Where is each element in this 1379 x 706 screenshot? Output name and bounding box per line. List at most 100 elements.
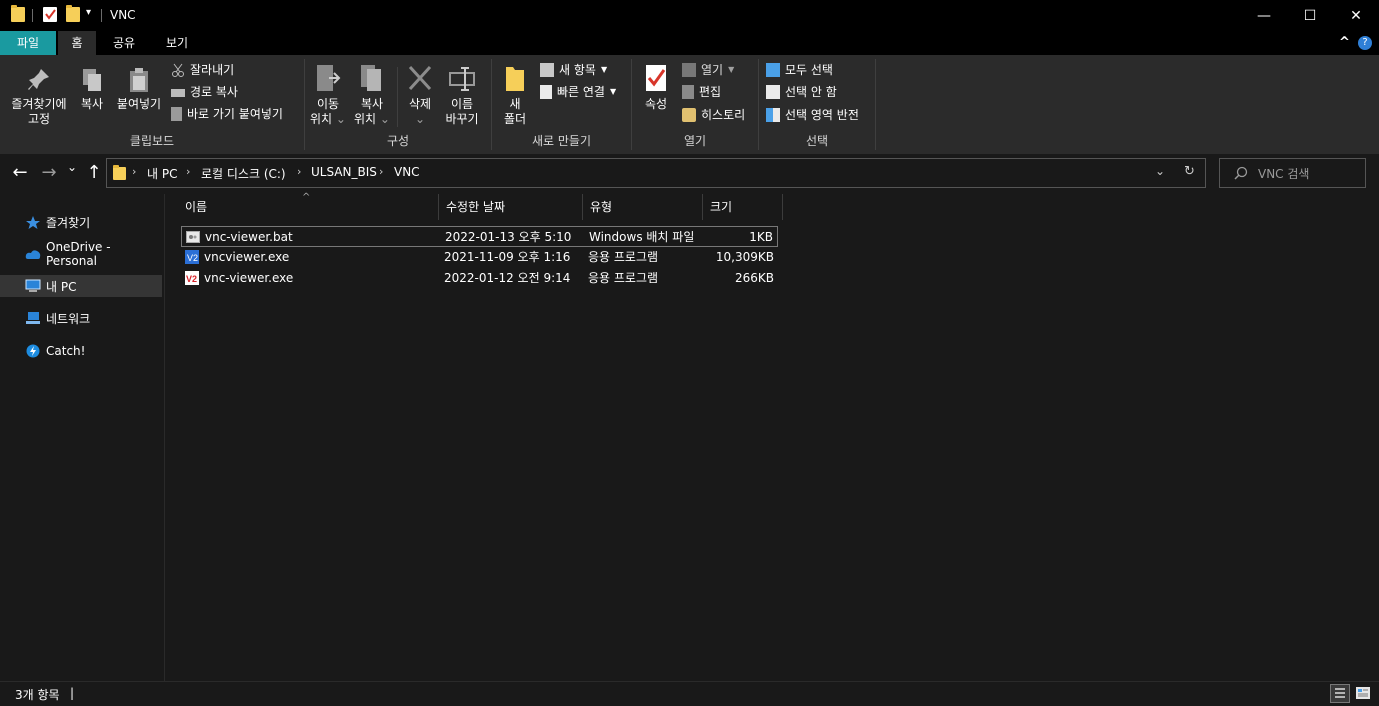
divider bbox=[397, 67, 398, 127]
open-label: 열기 bbox=[701, 63, 724, 77]
sidebar-item-catch[interactable]: Catch! bbox=[0, 340, 162, 362]
move-label-line2: 위치 ⌄ bbox=[310, 112, 346, 127]
cut-label: 잘라내기 bbox=[190, 63, 235, 77]
properties-check-icon bbox=[644, 63, 668, 93]
breadcrumb-local-disk[interactable]: 로컬 디스크 (C:) bbox=[201, 165, 286, 182]
file-name: vncviewer.exe bbox=[204, 250, 290, 264]
chevron-down-icon: ▼ bbox=[609, 87, 617, 96]
file-type: Windows 배치 파일 bbox=[589, 230, 695, 244]
open-button[interactable]: 열기 ▼ bbox=[682, 61, 734, 79]
sidebar-item-label: OneDrive - Personal bbox=[46, 240, 111, 268]
easy-access-icon bbox=[540, 85, 552, 99]
select-all-button[interactable]: 모두 선택 bbox=[766, 61, 833, 79]
tab-share[interactable]: 공유 bbox=[104, 31, 144, 55]
forward-button[interactable]: → bbox=[38, 162, 60, 183]
item-count: 3개 항목 bbox=[15, 688, 60, 702]
sidebar-item-network[interactable]: 네트워크 bbox=[0, 307, 162, 329]
new-item-button[interactable]: 새 항목 ▼ bbox=[540, 61, 607, 79]
file-row[interactable]: V2 vncviewer.exe 2021-11-09 오후 1:16 응용 프… bbox=[181, 247, 778, 268]
file-name: vnc-viewer.bat bbox=[205, 230, 293, 244]
file-size: 1KB bbox=[749, 230, 773, 244]
recent-locations-button[interactable]: ⌄ bbox=[62, 160, 82, 174]
breadcrumb-ulsan-bis[interactable]: ULSAN_BIS bbox=[311, 165, 377, 179]
sidebar-item-this-pc[interactable]: 내 PC bbox=[0, 275, 162, 297]
open-group-label: 열기 bbox=[683, 134, 707, 148]
minimize-button[interactable]: — bbox=[1241, 0, 1287, 31]
copy-label: 복사 bbox=[80, 97, 104, 111]
close-button[interactable]: ✕ bbox=[1333, 0, 1379, 31]
properties-label: 속성 bbox=[644, 97, 668, 111]
invert-selection-icon bbox=[766, 108, 780, 122]
file-row[interactable]: V2 vnc-viewer.exe 2022-01-12 오전 9:14 응용 … bbox=[181, 268, 778, 289]
divider bbox=[32, 9, 33, 22]
move-to-button[interactable]: 이동 위치 ⌄ bbox=[310, 63, 346, 127]
sidebar-item-quick-access[interactable]: 즐겨찾기 bbox=[0, 211, 162, 233]
collapse-ribbon-icon[interactable]: ^ bbox=[1339, 35, 1350, 50]
rename-button[interactable]: 이름 바꾸기 bbox=[440, 63, 484, 127]
copy-button[interactable]: 복사 bbox=[76, 67, 108, 112]
ribbon: 즐겨찾기에 고정 복사 붙여넣기 잘라내기 경로 복사 바로 가기 붙여넣기 클… bbox=[0, 55, 1379, 155]
search-box[interactable]: VNC 검색 bbox=[1219, 158, 1366, 188]
properties-button[interactable]: 속성 bbox=[638, 63, 674, 112]
pin-to-quick-access-button[interactable]: 즐겨찾기에 고정 bbox=[4, 67, 74, 127]
file-row[interactable]: vnc-viewer.bat 2022-01-13 오후 5:10 Window… bbox=[181, 226, 778, 247]
large-icons-view-icon bbox=[1356, 687, 1370, 699]
paste-button[interactable]: 붙여넣기 bbox=[112, 67, 166, 112]
new-group-label: 새로 만들기 bbox=[531, 134, 591, 148]
new-folder-button[interactable]: 새 폴더 bbox=[497, 63, 533, 127]
details-view-button[interactable] bbox=[1330, 684, 1350, 703]
sidebar-item-label: 내 PC bbox=[46, 279, 77, 294]
edit-button[interactable]: 편집 bbox=[682, 83, 721, 101]
history-button[interactable]: 히스토리 bbox=[682, 106, 745, 124]
new-folder-icon bbox=[504, 63, 526, 93]
breadcrumb-vnc[interactable]: VNC bbox=[394, 165, 420, 179]
network-icon bbox=[25, 311, 41, 325]
easy-access-button[interactable]: 빠른 연결 ▼ bbox=[540, 83, 616, 101]
cut-button[interactable]: 잘라내기 bbox=[171, 61, 234, 79]
column-header-size[interactable]: 크기 bbox=[703, 194, 783, 220]
help-icon[interactable]: ? bbox=[1358, 36, 1372, 50]
new-folder-quick-icon[interactable] bbox=[66, 5, 80, 22]
status-divider: | bbox=[70, 686, 75, 700]
invert-selection-button[interactable]: 선택 영역 반전 bbox=[766, 106, 859, 124]
address-bar[interactable]: › 내 PC › 로컬 디스크 (C:) › ULSAN_BIS › VNC ⌄… bbox=[106, 158, 1206, 188]
select-none-icon bbox=[766, 85, 780, 99]
properties-quick-icon[interactable] bbox=[43, 7, 57, 22]
copy-to-button[interactable]: 복사 위치 ⌄ bbox=[352, 63, 392, 127]
up-button[interactable]: ↑ bbox=[83, 162, 105, 183]
chevron-down-icon: ⌄ bbox=[332, 112, 346, 126]
copy-path-button[interactable]: 경로 복사 bbox=[171, 83, 238, 101]
address-dropdown-button[interactable]: ⌄ bbox=[1155, 164, 1165, 178]
copyto-label-text: 위치 bbox=[354, 112, 377, 126]
divider bbox=[101, 9, 102, 22]
large-icons-view-button[interactable] bbox=[1355, 685, 1371, 701]
select-none-button[interactable]: 선택 안 함 bbox=[766, 83, 837, 101]
details-view-icon bbox=[1335, 688, 1345, 698]
paste-shortcut-button[interactable]: 바로 가기 붙여넣기 bbox=[171, 105, 283, 123]
tab-view[interactable]: 보기 bbox=[156, 31, 198, 55]
tab-file[interactable]: 파일 bbox=[0, 31, 56, 55]
column-header-date[interactable]: 수정한 날짜 bbox=[439, 194, 583, 220]
refresh-button[interactable]: ↻ bbox=[1184, 164, 1195, 179]
breadcrumb-this-pc[interactable]: 내 PC bbox=[147, 165, 177, 182]
history-label: 히스토리 bbox=[701, 108, 746, 122]
new-folder-label-line2: 폴더 bbox=[503, 112, 527, 126]
tab-home[interactable]: 홈 bbox=[58, 31, 96, 55]
shortcut-icon bbox=[171, 107, 182, 121]
column-header-name[interactable]: 이름 bbox=[178, 194, 439, 220]
folder-icon bbox=[113, 165, 126, 180]
file-date: 2022-01-12 오전 9:14 bbox=[444, 271, 571, 285]
ribbon-tabs: 파일 홈 공유 보기 ^ ? bbox=[0, 31, 1379, 55]
maximize-button[interactable]: ☐ bbox=[1287, 0, 1333, 31]
cloud-icon bbox=[25, 247, 41, 261]
sidebar-item-onedrive[interactable]: OneDrive - Personal bbox=[0, 240, 162, 268]
file-type: 응용 프로그램 bbox=[588, 271, 659, 285]
column-header-type[interactable]: 유형 bbox=[583, 194, 703, 220]
delete-button[interactable]: 삭제 ⌄ bbox=[402, 63, 438, 127]
vnc-red-icon: V2 bbox=[185, 271, 199, 285]
pin-label-line1: 즐겨찾기에 bbox=[11, 97, 67, 111]
new-item-label: 새 항목 bbox=[559, 63, 596, 77]
back-button[interactable]: ← bbox=[9, 162, 31, 183]
quick-access-dropdown-icon[interactable]: ▾ bbox=[86, 7, 91, 18]
select-all-icon bbox=[766, 63, 780, 77]
